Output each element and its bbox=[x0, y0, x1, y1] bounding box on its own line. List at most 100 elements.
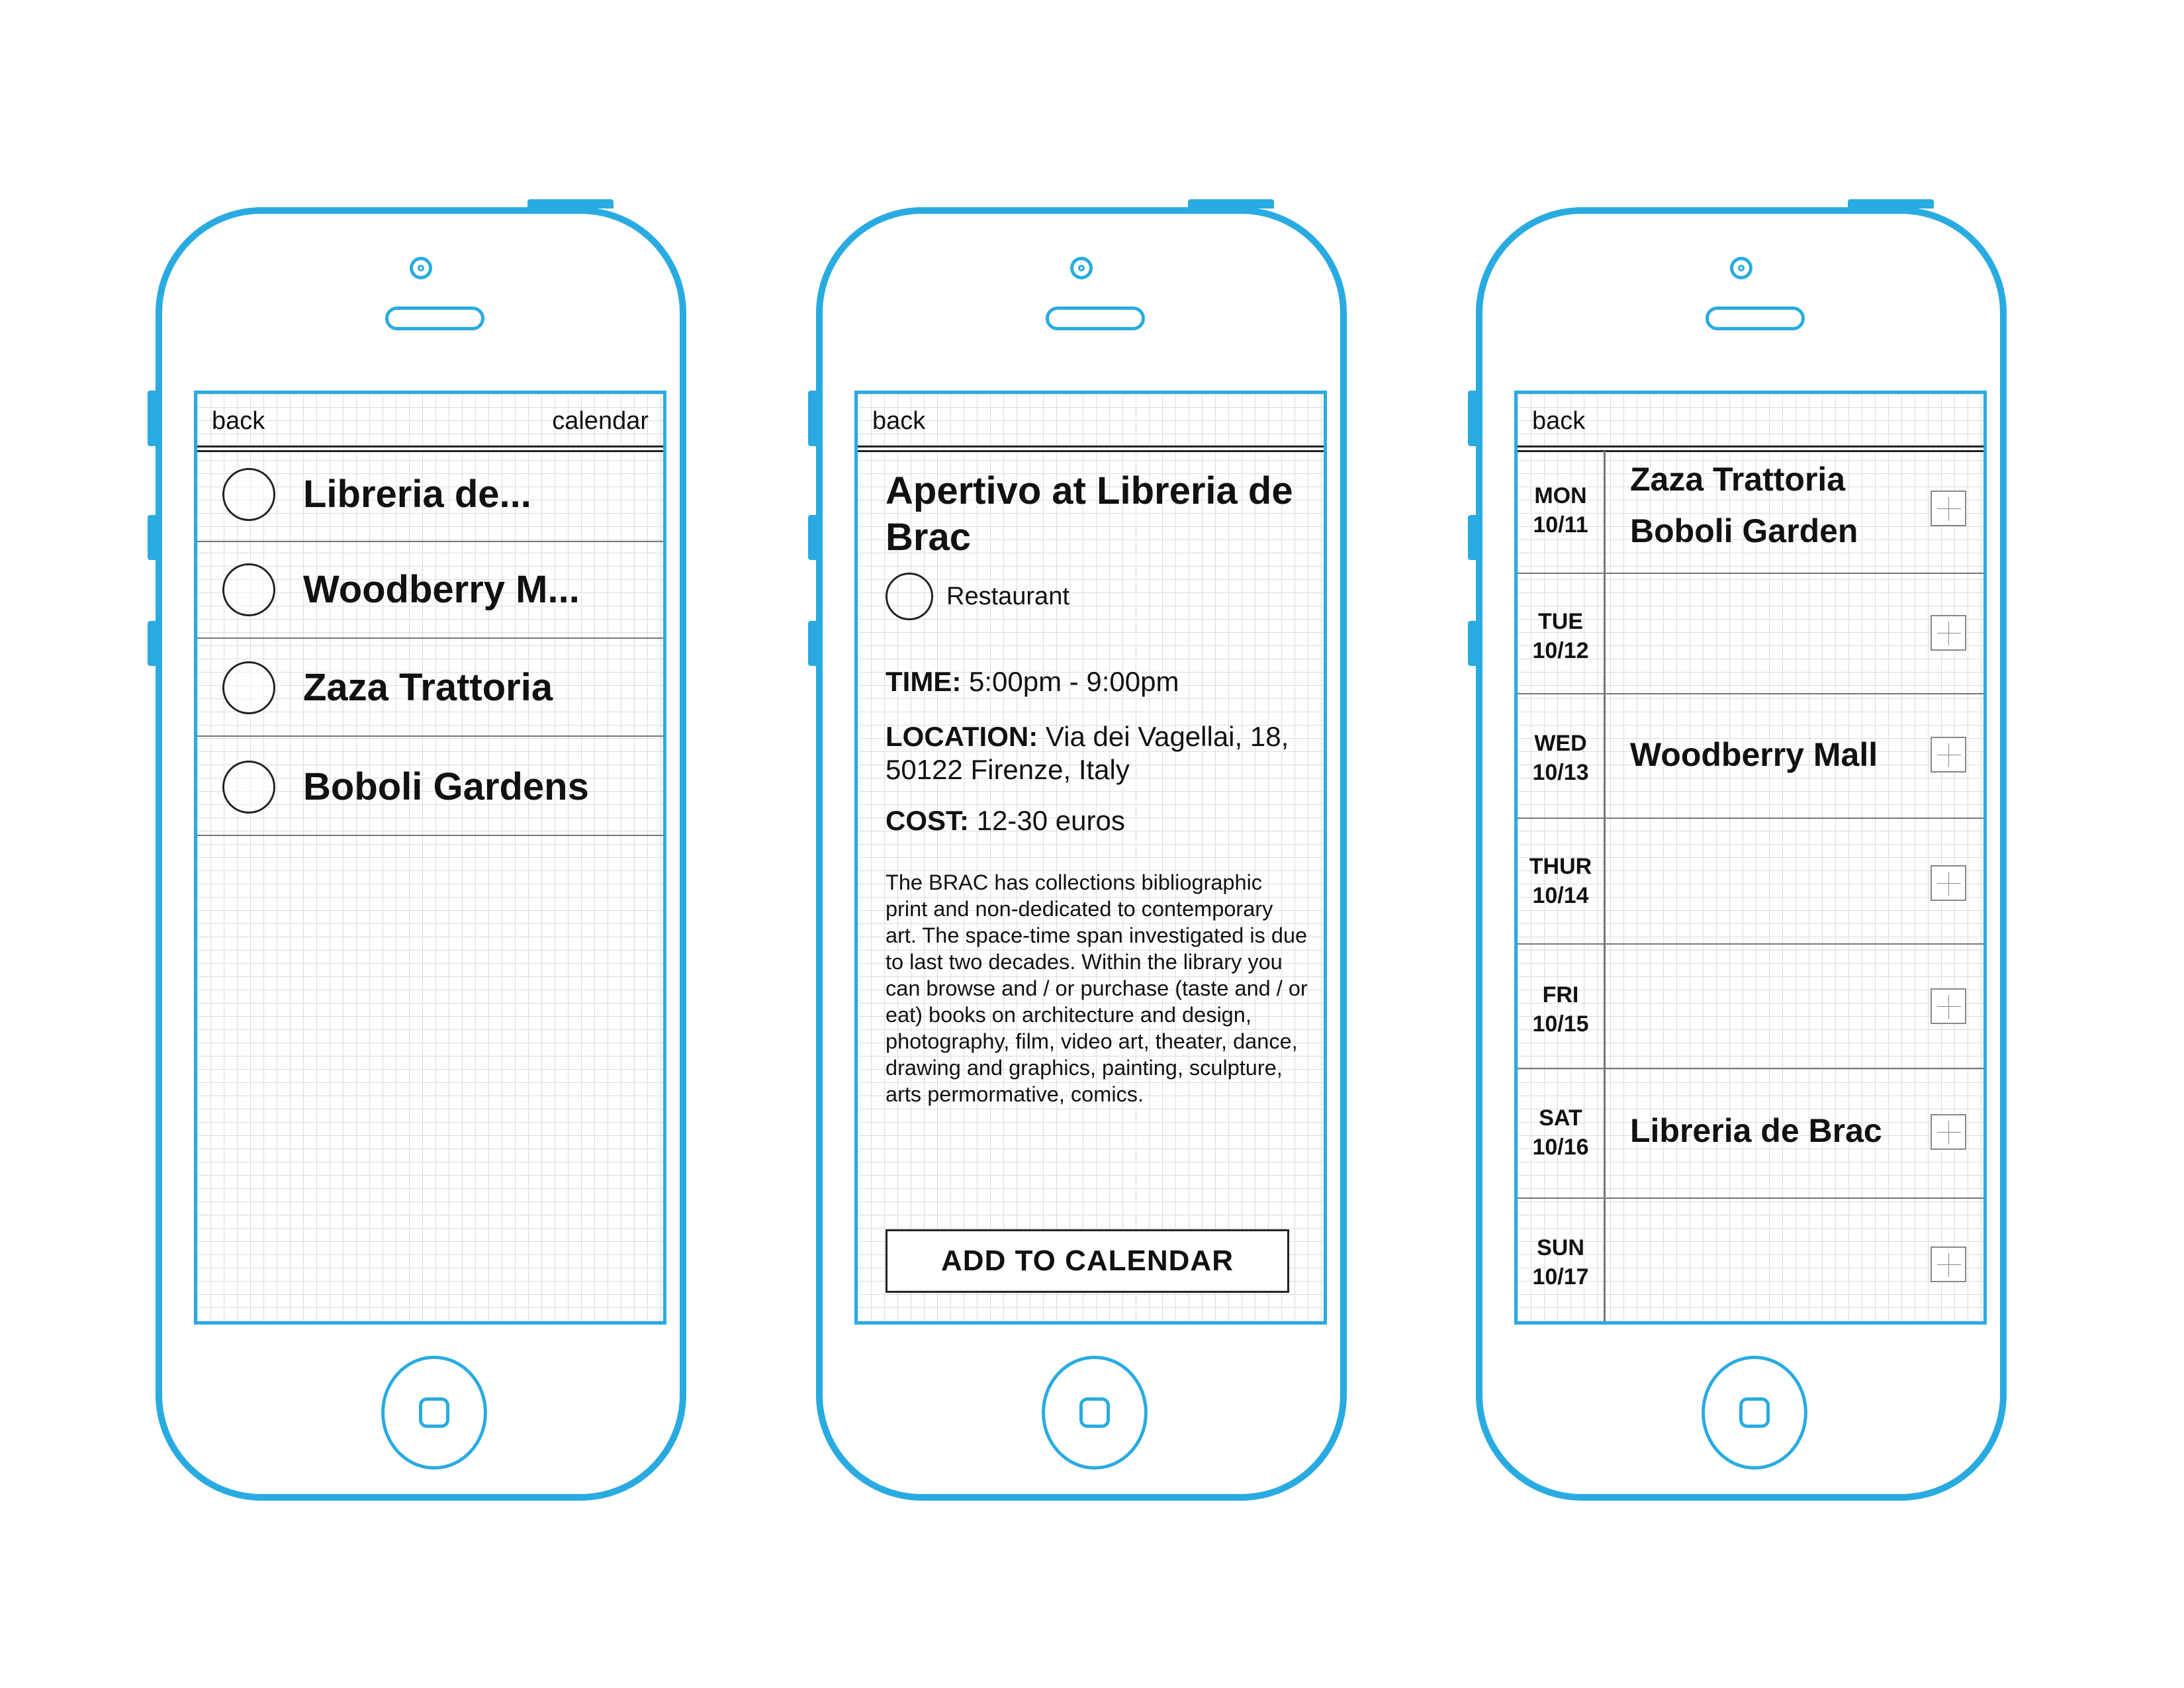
camera-icon bbox=[1730, 257, 1752, 279]
item-thumbnail bbox=[222, 468, 275, 521]
camera-icon bbox=[410, 257, 432, 279]
phone-detail: back Apertivo at Libreria de Brac Restau… bbox=[808, 199, 1347, 1501]
top-bar: back calendar bbox=[197, 394, 663, 447]
volume-button bbox=[808, 391, 817, 446]
calendar-day-row: MON 10/11 Zaza Trattoria Boboli Garden bbox=[1518, 452, 1983, 574]
day-of-week: FRI bbox=[1542, 982, 1579, 1008]
category-icon bbox=[886, 573, 933, 620]
power-button bbox=[1188, 199, 1274, 209]
back-link[interactable]: back bbox=[212, 407, 265, 436]
home-button bbox=[1042, 1356, 1148, 1470]
day-label: MON 10/11 bbox=[1518, 481, 1604, 539]
list-item[interactable]: Boboli Gardens bbox=[197, 737, 663, 836]
back-link[interactable]: back bbox=[1532, 407, 1585, 436]
calendar-day-row: WED 10/13 Woodberry Mall bbox=[1518, 694, 1983, 819]
calendar-event[interactable]: Boboli Garden bbox=[1630, 505, 1858, 557]
top-bar-divider bbox=[197, 445, 663, 452]
detail-screen: back Apertivo at Libreria de Brac Restau… bbox=[854, 391, 1327, 1325]
add-event-icon[interactable] bbox=[1931, 988, 1966, 1024]
day-of-week: SAT bbox=[1539, 1105, 1582, 1131]
top-bar-divider bbox=[858, 445, 1324, 452]
add-event-icon[interactable] bbox=[1931, 1114, 1966, 1150]
add-event-icon[interactable] bbox=[1931, 491, 1966, 526]
item-thumbnail bbox=[222, 661, 275, 714]
day-label: TUE 10/12 bbox=[1518, 607, 1604, 665]
top-bar: back bbox=[1518, 394, 1983, 447]
home-button bbox=[381, 1356, 487, 1470]
item-title: Zaza Trattoria bbox=[303, 666, 553, 709]
speaker-icon bbox=[1046, 306, 1145, 330]
event-cost: COST: 12-30 euros bbox=[886, 804, 1309, 837]
volume-button bbox=[1468, 391, 1477, 446]
home-button bbox=[1702, 1356, 1807, 1470]
day-label: SUN 10/17 bbox=[1518, 1233, 1604, 1291]
power-button bbox=[527, 199, 614, 209]
calendar-event[interactable]: Zaza Trattoria bbox=[1630, 453, 1845, 505]
add-event-icon[interactable] bbox=[1931, 865, 1966, 901]
calendar-day-row: FRI 10/15 bbox=[1518, 945, 1983, 1069]
calendar-event[interactable]: Woodberry Mall bbox=[1630, 729, 1878, 780]
day-date: 10/15 bbox=[1532, 1011, 1589, 1037]
time-label: TIME: bbox=[886, 666, 962, 697]
event-description: The BRAC has collections bibliographic p… bbox=[886, 870, 1308, 1106]
calendar-day-row: THUR 10/14 bbox=[1518, 819, 1983, 945]
phone-calendar: back MON 10/11 Zaza Trattoria Boboli Gar… bbox=[1468, 199, 2007, 1501]
calendar-day-row: SAT 10/16 Libreria de Brac bbox=[1518, 1069, 1983, 1199]
day-of-week: WED bbox=[1534, 731, 1587, 756]
event-category: Restaurant bbox=[946, 583, 1069, 610]
day-label: FRI 10/15 bbox=[1518, 980, 1604, 1039]
cost-value: 12-30 euros bbox=[976, 805, 1125, 836]
day-label: THUR 10/14 bbox=[1518, 852, 1604, 910]
item-title: Boboli Gardens bbox=[303, 765, 589, 808]
event-time: TIME: 5:00pm - 9:00pm bbox=[886, 665, 1309, 698]
item-title: Woodberry M... bbox=[303, 568, 580, 611]
list-screen: back calendar Libreria de... Woodberry M… bbox=[194, 391, 666, 1325]
power-button bbox=[1848, 199, 1934, 209]
day-label: SAT 10/16 bbox=[1518, 1103, 1604, 1162]
day-of-week: THUR bbox=[1529, 854, 1592, 879]
event-location: LOCATION: Via dei Vagellai, 18, 50122 Fi… bbox=[886, 720, 1309, 786]
day-date: 10/12 bbox=[1532, 638, 1589, 663]
cost-label: COST: bbox=[886, 805, 969, 836]
add-event-icon[interactable] bbox=[1931, 615, 1966, 651]
top-bar: back bbox=[858, 394, 1324, 447]
calendar-day-row: TUE 10/12 bbox=[1518, 574, 1983, 694]
day-date: 10/11 bbox=[1533, 512, 1588, 538]
camera-icon bbox=[1070, 257, 1093, 279]
day-date: 10/16 bbox=[1532, 1135, 1589, 1160]
add-event-icon[interactable] bbox=[1931, 1246, 1966, 1282]
item-thumbnail bbox=[222, 563, 275, 616]
volume-button bbox=[148, 515, 157, 560]
top-bar-divider bbox=[1518, 445, 1983, 452]
add-to-calendar-button[interactable]: ADD TO CALENDAR bbox=[886, 1229, 1289, 1293]
speaker-icon bbox=[1706, 306, 1805, 330]
list-item[interactable]: Woodberry M... bbox=[197, 542, 663, 639]
item-title: Libreria de... bbox=[303, 473, 531, 516]
time-value: 5:00pm - 9:00pm bbox=[968, 666, 1179, 697]
event-title: Apertivo at Libreria de Brac bbox=[886, 469, 1293, 559]
speaker-icon bbox=[385, 306, 484, 330]
day-of-week: SUN bbox=[1537, 1235, 1584, 1260]
phone-list: back calendar Libreria de... Woodberry M… bbox=[148, 199, 686, 1501]
item-thumbnail bbox=[222, 761, 275, 814]
volume-button bbox=[148, 391, 157, 446]
location-label: LOCATION: bbox=[886, 721, 1038, 752]
day-date: 10/17 bbox=[1532, 1264, 1589, 1289]
calendar-link[interactable]: calendar bbox=[552, 407, 649, 436]
volume-button bbox=[808, 515, 817, 560]
day-date: 10/14 bbox=[1532, 883, 1589, 908]
volume-button bbox=[808, 621, 817, 666]
volume-button bbox=[1468, 621, 1477, 666]
list-item[interactable]: Zaza Trattoria bbox=[197, 639, 663, 737]
day-of-week: TUE bbox=[1538, 609, 1583, 634]
calendar-screen: back MON 10/11 Zaza Trattoria Boboli Gar… bbox=[1514, 391, 1987, 1325]
calendar-day-row: SUN 10/17 bbox=[1518, 1199, 1983, 1321]
day-label: WED 10/13 bbox=[1518, 729, 1604, 787]
list-item[interactable]: Libreria de... bbox=[197, 452, 663, 542]
add-event-icon[interactable] bbox=[1931, 737, 1966, 773]
volume-button bbox=[148, 621, 157, 666]
day-of-week: MON bbox=[1534, 483, 1587, 508]
day-date: 10/13 bbox=[1532, 760, 1589, 785]
calendar-event[interactable]: Libreria de Brac bbox=[1630, 1105, 1882, 1156]
back-link[interactable]: back bbox=[872, 407, 925, 436]
